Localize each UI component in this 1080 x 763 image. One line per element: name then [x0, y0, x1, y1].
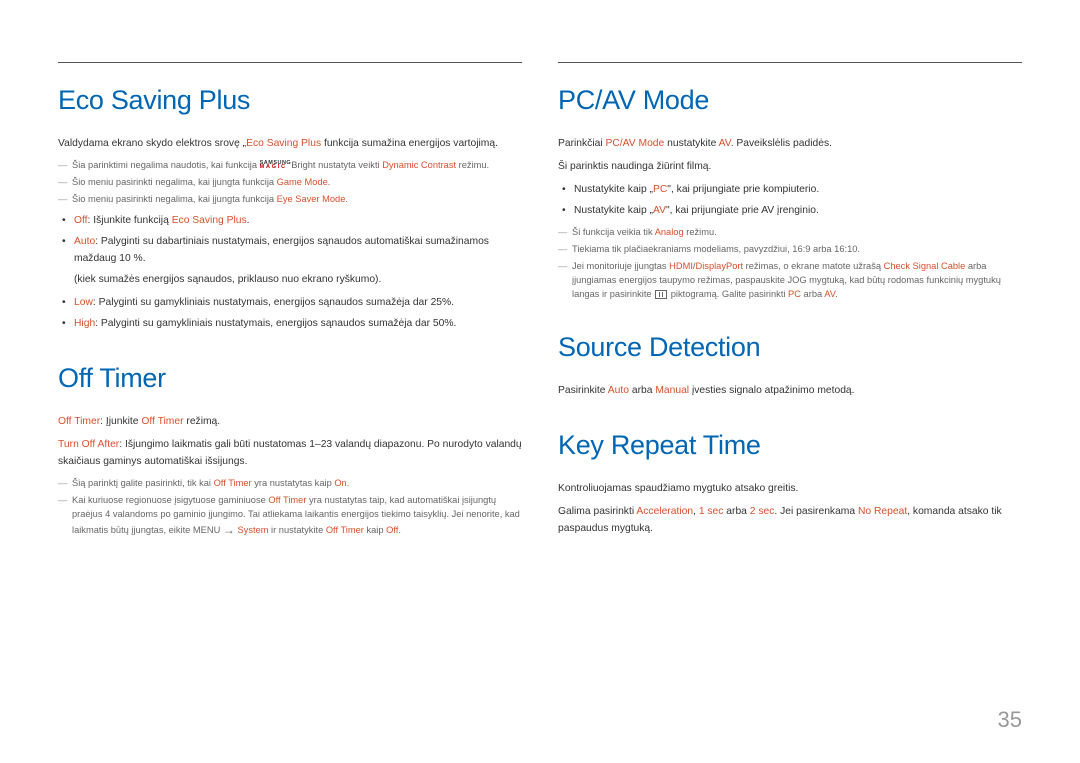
eco-note-2: Šio meniu pasirinkti negalima, kai įjung…	[58, 176, 522, 190]
eco-option-list: Off: Išjunkite funkciją Eco Saving Plus.…	[58, 213, 522, 268]
eco-option-list-2: Low: Palyginti su gamykliniais nustatyma…	[58, 295, 522, 333]
eco-option-low: Low: Palyginti su gamykliniais nustatyma…	[58, 295, 522, 312]
right-column: PC/AV Mode Parinkčiai PC/AV Mode nustaty…	[558, 62, 1022, 544]
eco-intro: Valdydama ekrano skydo elektros srovę „E…	[58, 136, 522, 153]
eco-auto-subnote: (kiek sumažės energijos sąnaudos, prikla…	[58, 272, 522, 289]
arrow-icon: →	[223, 523, 235, 537]
heading-pc-av-mode: PC/AV Mode	[558, 85, 1022, 116]
source-detection-text: Pasirinkite Auto arba Manual įvesties si…	[558, 383, 1022, 400]
eco-option-off: Off: Išjunkite funkciją Eco Saving Plus.	[58, 213, 522, 230]
pcav-note-3: Jei monitoriuje įjungtas HDMI/DisplayPor…	[558, 260, 1022, 302]
eco-option-high: High: Palyginti su gamykliniais nustatym…	[58, 316, 522, 333]
left-column: Eco Saving Plus Valdydama ekrano skydo e…	[58, 62, 522, 544]
menu-icon	[655, 290, 667, 299]
page-number: 35	[998, 707, 1022, 733]
key-repeat-p2: Galima pasirinkti Acceleration, 1 sec ar…	[558, 504, 1022, 538]
pcav-option-av: Nustatykite kaip „AV", kai prijungiate p…	[558, 203, 1022, 220]
pcav-note-2: Tiekiama tik plačiaekraniams modeliams, …	[558, 243, 1022, 257]
turn-off-after: Turn Off After: Išjungimo laikmatis gali…	[58, 437, 522, 471]
pcav-option-list: Nustatykite kaip „PC", kai prijungiate p…	[558, 182, 1022, 220]
off-note-2: Kai kuriuose regionuose įsigytuose gamin…	[58, 494, 522, 540]
heading-off-timer: Off Timer	[58, 363, 522, 394]
heading-key-repeat-time: Key Repeat Time	[558, 430, 1022, 461]
eco-note-1: Šia parinktimi negalima naudotis, kai fu…	[58, 159, 522, 173]
eco-option-auto: Auto: Palyginti su dabartiniais nustatym…	[58, 234, 522, 268]
samsung-magic-logo: SAMSUNGMAGIC	[260, 162, 292, 170]
heading-source-detection: Source Detection	[558, 332, 1022, 363]
pcav-intro-1: Parinkčiai PC/AV Mode nustatykite AV. Pa…	[558, 136, 1022, 153]
pcav-option-pc: Nustatykite kaip „PC", kai prijungiate p…	[558, 182, 1022, 199]
heading-eco-saving-plus: Eco Saving Plus	[58, 85, 522, 116]
key-repeat-p1: Kontroliuojamas spaudžiamo mygtuko atsak…	[558, 481, 1022, 498]
pcav-intro-2: Ši parinktis naudinga žiūrint filmą.	[558, 159, 1022, 176]
off-timer-enable: Off Timer: Įjunkite Off Timer režimą.	[58, 414, 522, 431]
off-note-1: Šią parinktį galite pasirinkti, tik kai …	[58, 477, 522, 491]
eco-note-3: Šio meniu pasirinkti negalima, kai įjung…	[58, 193, 522, 207]
pcav-note-1: Ši funkcija veikia tik Analog režimu.	[558, 226, 1022, 240]
